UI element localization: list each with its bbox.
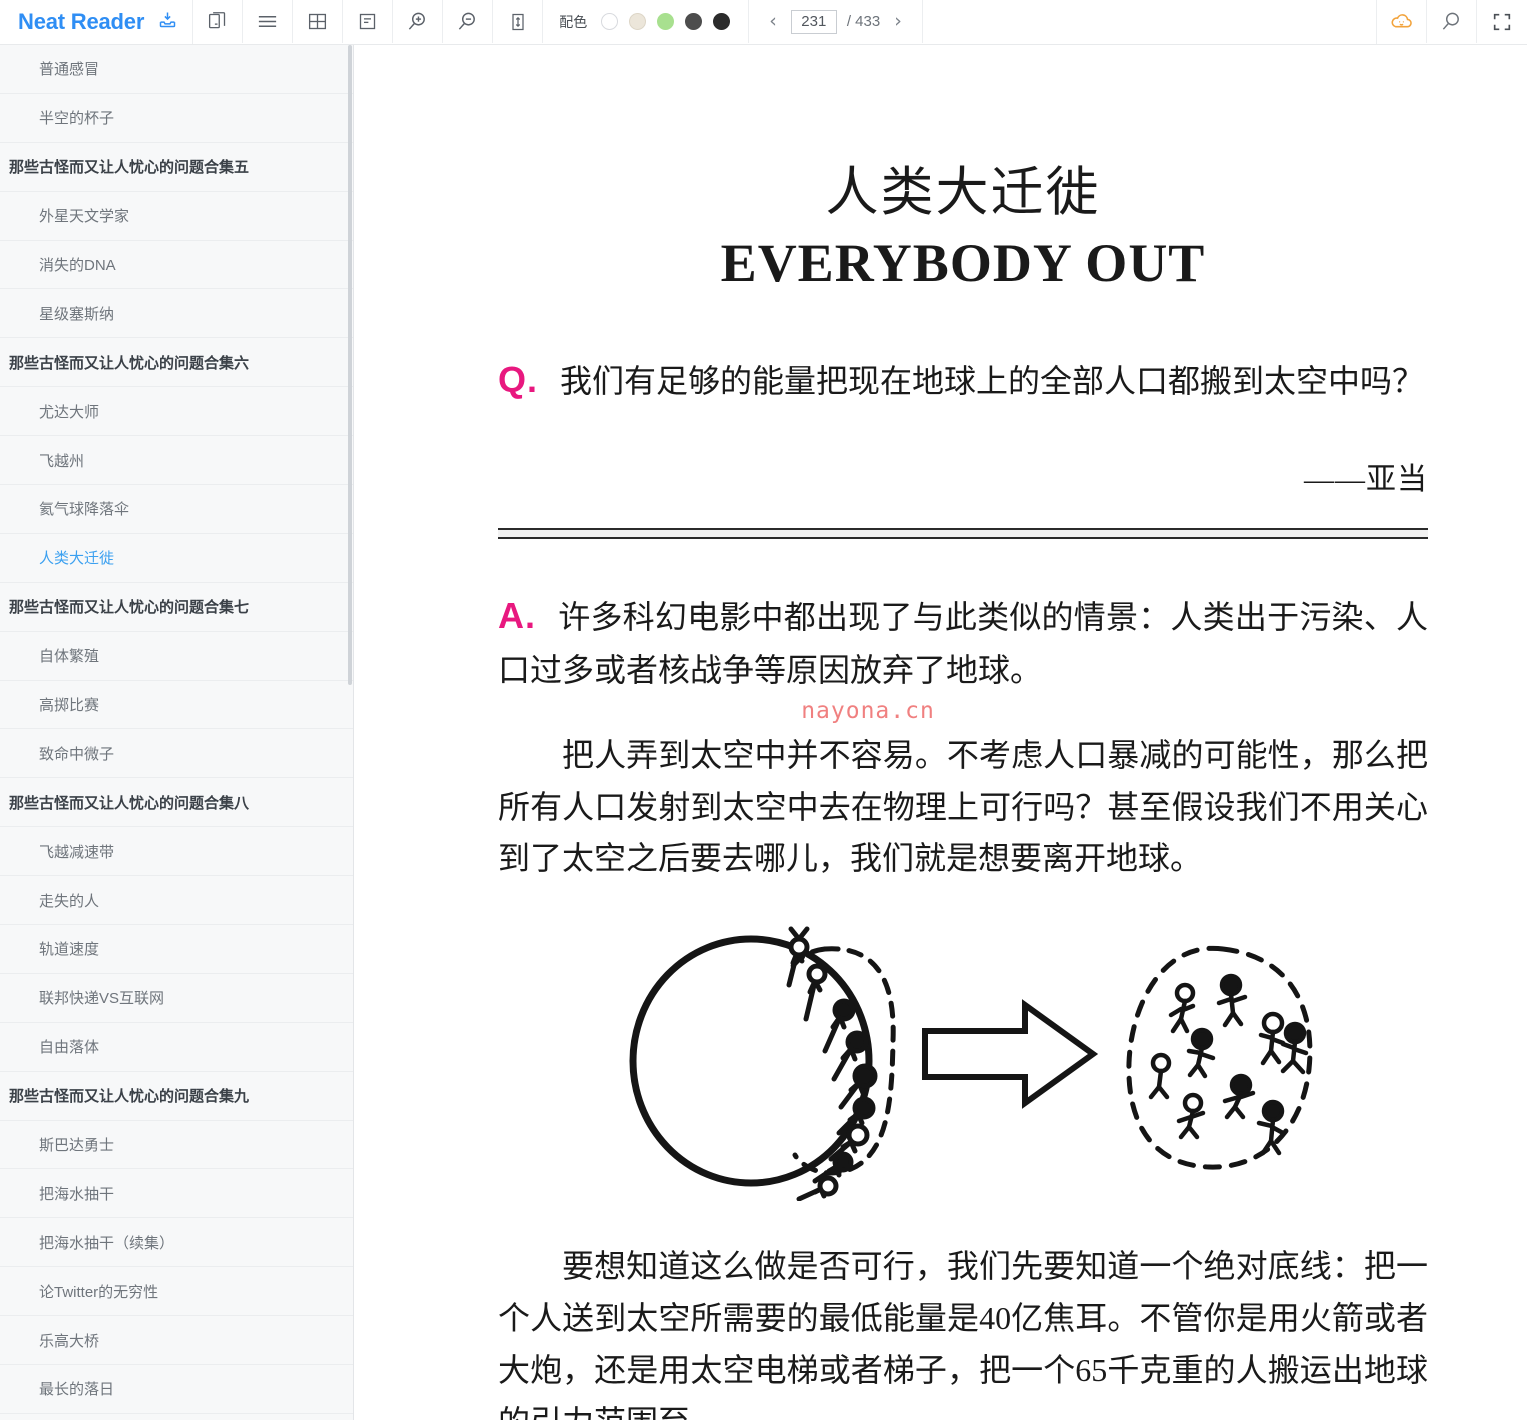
site-watermark: nayona.cn: [801, 697, 935, 724]
body-paragraph-3: 要想知道这么做是否可行，我们先要知道一个绝对底线：把一个人送到太空所需要的最低能…: [498, 1248, 1428, 1420]
sidebar-scrollbar[interactable]: [348, 45, 352, 685]
toc-list: 普通感冒 半空的杯子 那些古怪而又让人忧心的问题合集五 外星天文学家 消失的DNA 星级塞…: [0, 45, 353, 1414]
answer-marker: A.: [498, 594, 536, 636]
question-block: Q. 我们有足够的能量把现在地球上的全部人口都搬到太空中吗？: [498, 351, 1428, 409]
top-toolbar: Neat Reader 配色 ‹ 231 / 433 ›: [0, 0, 1527, 45]
toc-item[interactable]: 斯巴达勇士: [0, 1121, 353, 1170]
toc-item[interactable]: 外星天文学家: [0, 192, 353, 241]
zoom-out-icon: [456, 10, 479, 33]
cloud-sync-button[interactable]: [1377, 0, 1427, 43]
toc-item[interactable]: 人类大迁徙: [0, 534, 353, 583]
toolbar-menu-button[interactable]: [243, 0, 294, 43]
question-attribution: ——亚当: [1304, 462, 1428, 496]
toc-section-header[interactable]: 那些古怪而又让人忧心的问题合集五: [0, 143, 353, 192]
earth-people-launch-illustration: [498, 911, 1428, 1202]
search-icon: [1440, 10, 1463, 33]
page-number-input[interactable]: [790, 9, 837, 34]
pager-group: ‹ / 433 ›: [749, 0, 923, 43]
body-paragraph-2: 把人弄到太空中并不容易。不考虑人口暴减的可能性，那么把所有人口发射到太空中去在物…: [498, 736, 1428, 877]
toc-item[interactable]: 尤达大师: [0, 387, 353, 437]
search-button[interactable]: [1427, 0, 1477, 43]
menu-lines-icon: [256, 10, 279, 33]
app-brand-name: Neat Reader: [18, 9, 145, 34]
toolbar-notes-button[interactable]: [343, 0, 394, 43]
fullscreen-button[interactable]: [1477, 0, 1527, 43]
toc-section-header[interactable]: 那些古怪而又让人忧心的问题合集八: [0, 778, 353, 828]
toolbar-fit-height-button[interactable]: [493, 0, 544, 43]
toc-item[interactable]: 轨道速度: [0, 925, 353, 974]
color-theme-label: 配色: [559, 13, 588, 30]
toc-item[interactable]: 致命中微子: [0, 729, 353, 779]
answer-block: A. 许多科幻电影中都出现了与此类似的情景：人类出于污染、人口过多或者核战争等原因…: [498, 587, 1428, 697]
swatch-theme-sepia[interactable]: [629, 13, 647, 30]
toc-section-header[interactable]: 那些古怪而又让人忧心的问题合集九: [0, 1072, 353, 1121]
cloud-sync-icon: [1389, 9, 1414, 34]
answer-text: 许多科幻电影中都出现了与此类似的情景：人类出于污染、人口过多或者核战争等原因放弃…: [498, 598, 1428, 688]
toolbar-zoom-out-button[interactable]: [443, 0, 494, 43]
color-theme-group: 配色: [543, 0, 750, 43]
save-tray-icon[interactable]: [157, 9, 178, 35]
book-page: 人类大迁徙 EVERYBODY OUT Q. 我们有足够的能量把现在地球上的全部人…: [498, 45, 1428, 1420]
next-page-button[interactable]: ›: [890, 10, 906, 33]
toc-item[interactable]: 把海水抽干: [0, 1169, 353, 1219]
toolbar-book-copy-button[interactable]: [193, 0, 244, 43]
toc-item[interactable]: 联邦快递VS互联网: [0, 974, 353, 1023]
book-copy-icon: [207, 11, 228, 32]
section-divider: [498, 527, 1428, 539]
fullscreen-icon: [1491, 11, 1513, 33]
toc-item[interactable]: 普通感冒: [0, 45, 353, 94]
grid-layout-icon: [307, 11, 328, 32]
swatch-theme-gray[interactable]: [685, 13, 703, 30]
toc-section-header[interactable]: 那些古怪而又让人忧心的问题合集六: [0, 338, 353, 388]
toc-item[interactable]: 半空的杯子: [0, 94, 353, 143]
swatch-theme-white[interactable]: [601, 13, 619, 30]
toc-item[interactable]: 自由落体: [0, 1023, 353, 1072]
brand-group: Neat Reader: [0, 0, 194, 44]
toc-item[interactable]: 乐高大桥: [0, 1316, 353, 1366]
swatch-theme-black[interactable]: [713, 13, 731, 30]
page-total-label: / 433: [846, 13, 881, 30]
toc-item[interactable]: 消失的DNA: [0, 241, 353, 290]
fit-height-icon: [508, 12, 528, 32]
zoom-in-icon: [406, 10, 429, 33]
toolbar-zoom-in-button[interactable]: [393, 0, 444, 43]
notes-icon: [357, 11, 378, 32]
toc-sidebar[interactable]: 普通感冒 半空的杯子 那些古怪而又让人忧心的问题合集五 外星天文学家 消失的DNA 星级塞…: [0, 45, 354, 1420]
reader-pane: 人类大迁徙 EVERYBODY OUT Q. 我们有足够的能量把现在地球上的全部人…: [354, 45, 1527, 1420]
toc-item[interactable]: 自体繁殖: [0, 632, 353, 681]
swatch-theme-green[interactable]: [657, 13, 675, 30]
prev-page-button[interactable]: ‹: [765, 10, 781, 33]
chapter-title-cn: 人类大迁徙: [825, 162, 1101, 223]
toc-item[interactable]: 高掷比赛: [0, 681, 353, 730]
toc-item[interactable]: 论Twitter的无穷性: [0, 1267, 353, 1317]
toc-item[interactable]: 氦气球降落伞: [0, 485, 353, 534]
neat-reader-app: Neat Reader 配色 ‹ 231 / 433 › 普通感冒 半空的杯子 …: [0, 0, 1527, 1420]
toc-item[interactable]: 把海水抽干（续集）: [0, 1218, 353, 1268]
toc-item[interactable]: 最长的落日: [0, 1365, 353, 1414]
toc-item[interactable]: 走失的人: [0, 876, 353, 926]
toolbar-grid-button[interactable]: [293, 0, 344, 43]
toc-item[interactable]: 飞越州: [0, 436, 353, 486]
main-content: 普通感冒 半空的杯子 那些古怪而又让人忧心的问题合集五 外星天文学家 消失的DNA 星级塞…: [0, 45, 1527, 1420]
toc-section-header[interactable]: 那些古怪而又让人忧心的问题合集七: [0, 583, 353, 632]
toc-item[interactable]: 飞越减速带: [0, 827, 353, 877]
question-marker: Q.: [498, 359, 539, 401]
toc-item[interactable]: 星级塞斯纳: [0, 289, 353, 339]
toolbar-right-group: [1376, 0, 1527, 44]
question-text: 我们有足够的能量把现在地球上的全部人口都搬到太空中吗？: [560, 363, 1425, 400]
chapter-title-en: EVERYBODY OUT: [720, 232, 1206, 293]
